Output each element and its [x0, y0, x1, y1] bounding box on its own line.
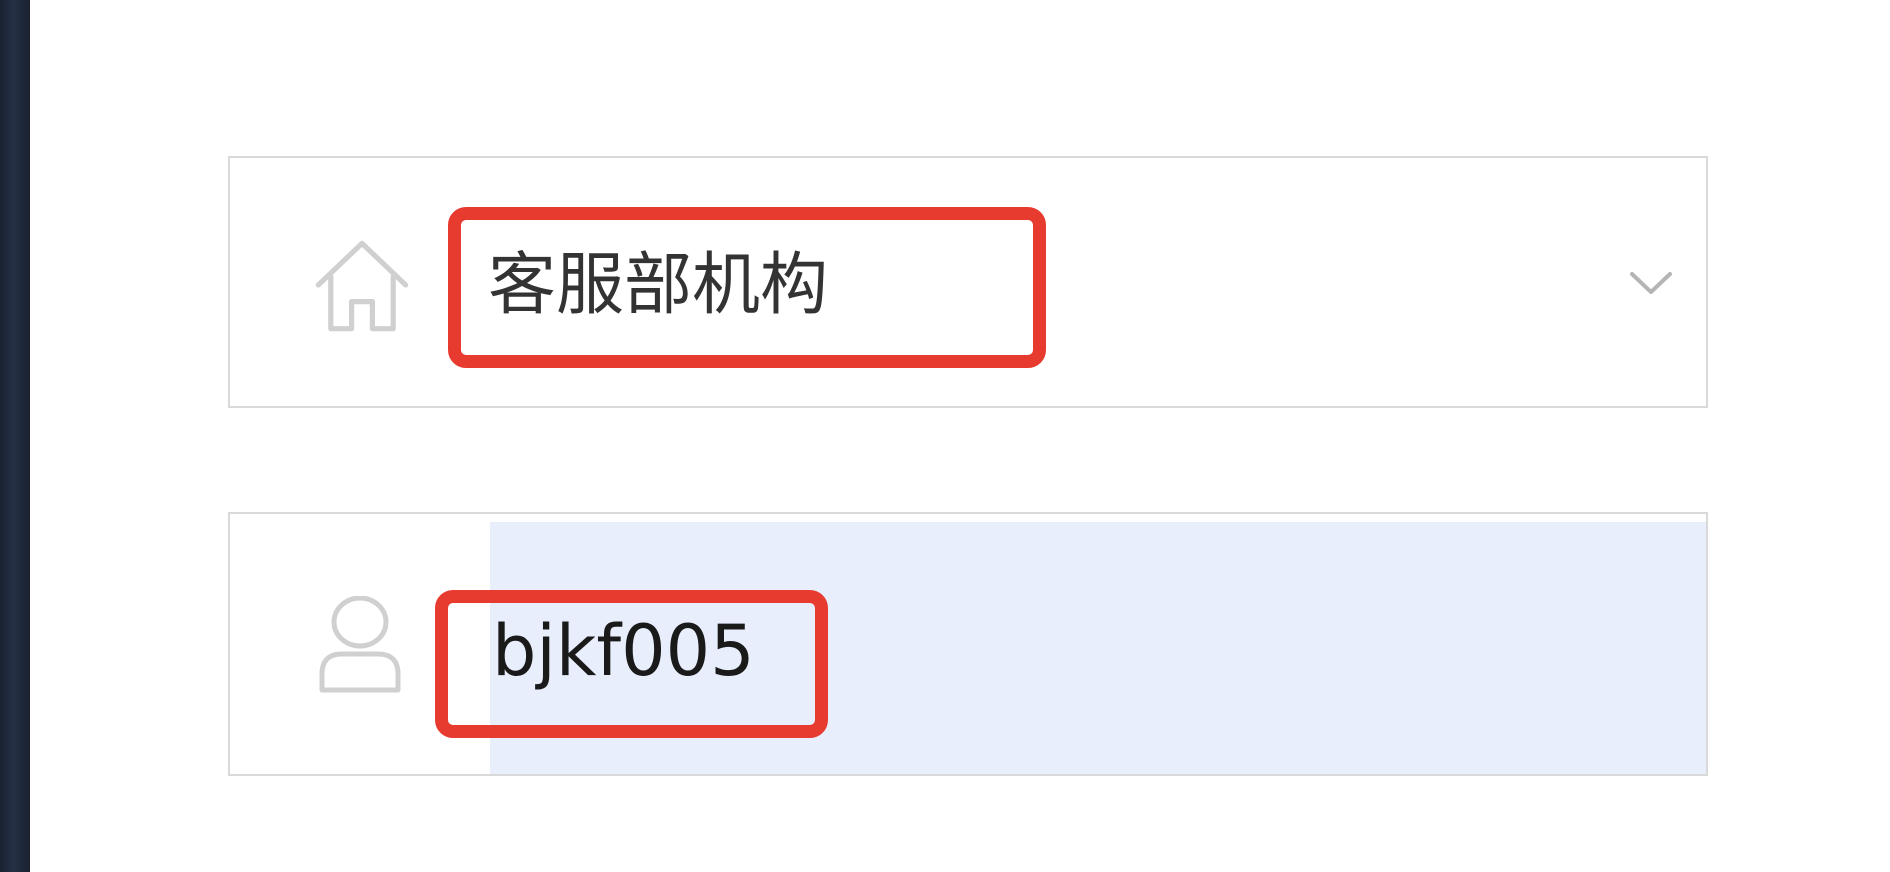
- home-icon: [315, 240, 409, 332]
- organization-select-value: 客服部机构: [488, 246, 829, 325]
- username-input[interactable]: bjkf005: [228, 512, 1708, 776]
- chevron-down-icon[interactable]: [1628, 268, 1674, 298]
- user-icon: [319, 596, 401, 693]
- username-input-value: bjkf005: [492, 610, 755, 692]
- background-edge: [0, 0, 30, 872]
- organization-select[interactable]: 客服部机构: [228, 156, 1708, 408]
